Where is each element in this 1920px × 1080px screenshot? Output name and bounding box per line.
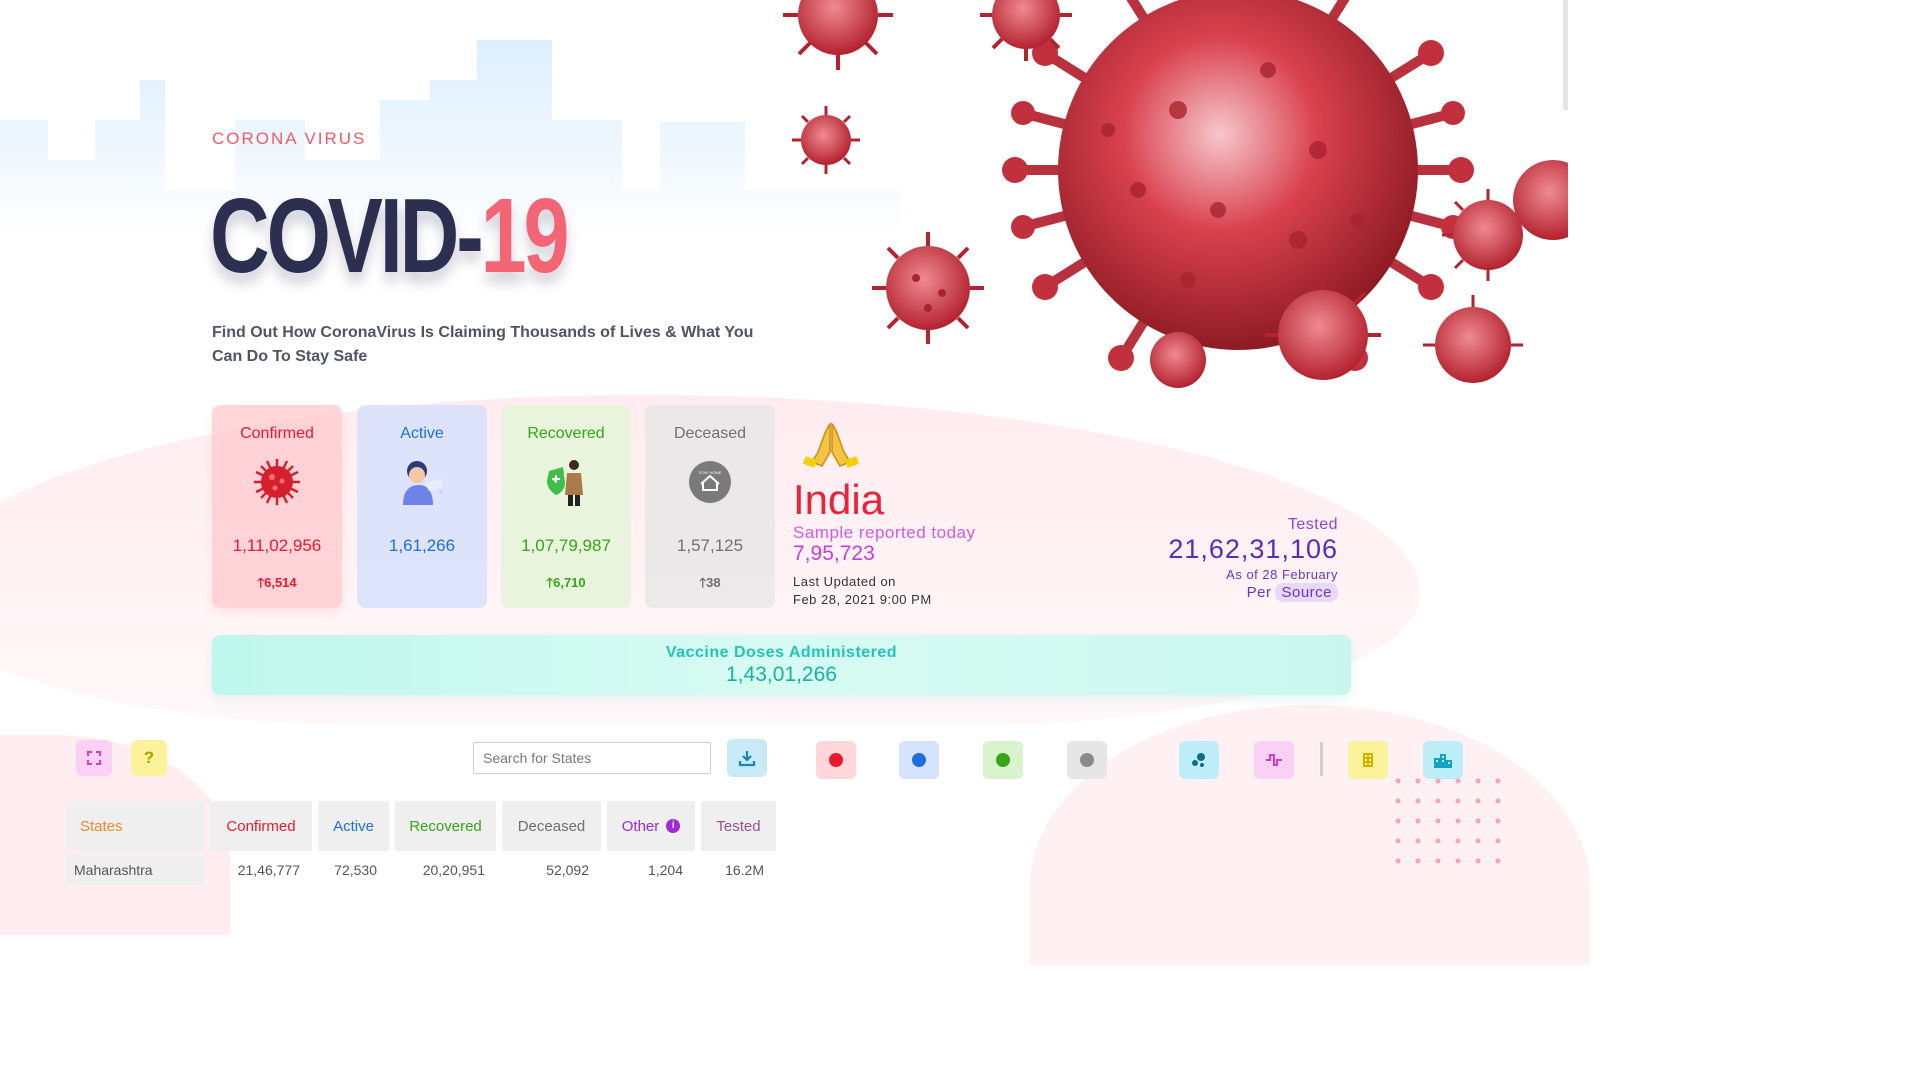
last-updated-label: Last Updated on: [793, 574, 896, 589]
help-icon: ?: [143, 748, 155, 767]
tested-as-of: As of 28 February: [1226, 567, 1338, 582]
fullscreen-icon: [87, 751, 101, 765]
table-cell-active: 72,530: [334, 862, 377, 878]
table-cell-confirmed: 21,46,777: [237, 862, 300, 878]
confirmed-value: 1,11,02,956: [232, 536, 322, 555]
deceased-card[interactable]: Deceased STAY HOME 1,57,125 🡑38: [645, 405, 775, 608]
recovered-filter-button[interactable]: [983, 741, 1023, 779]
red-dot-icon: [829, 753, 843, 767]
building-icon: [1363, 753, 1373, 767]
tested-per: Per Source: [1168, 583, 1338, 602]
city-view-button[interactable]: [1423, 741, 1463, 779]
tested-label: Tested: [1287, 516, 1338, 533]
column-header-confirmed[interactable]: Confirmed: [210, 801, 312, 851]
confirmed-card[interactable]: Confirmed 1,11,02,956 🡑6,514: [212, 405, 342, 608]
table-cell-tested: 16.2M: [725, 862, 764, 878]
column-header-active[interactable]: Active: [318, 801, 389, 851]
bubbles-icon: [1192, 753, 1205, 767]
column-header-tested[interactable]: Tested: [701, 801, 776, 851]
search-input[interactable]: [473, 742, 711, 774]
folded-hands-icon: [802, 422, 860, 468]
confirmed-label: Confirmed: [240, 425, 314, 442]
toolbar-divider: [1320, 742, 1323, 776]
table-cell-recovered: 20,20,951: [422, 862, 485, 878]
hero-subtitle: Find Out How CoronaVirus Is Claiming Tho…: [212, 324, 754, 365]
pulse-icon: [1266, 754, 1282, 766]
table-cell-other: 1,204: [647, 862, 683, 878]
hero-title-part2: 19: [480, 177, 570, 295]
tested-summary: Tested 21,62,31,106 As of 28 February Pe…: [1168, 516, 1338, 602]
vaccine-banner: Vaccine Doses Administered 1,43,01,266: [212, 635, 1351, 695]
active-value: 1,61,266: [388, 536, 456, 555]
sample-reported-value: 7,95,723: [793, 542, 875, 565]
recovered-person-icon: [547, 460, 583, 506]
confirmed-delta: 🡑6,514: [257, 575, 297, 590]
sick-person-icon: [403, 461, 443, 505]
recovered-delta: 🡑6,710: [546, 575, 586, 590]
confirmed-filter-button[interactable]: [816, 741, 856, 779]
column-header-other[interactable]: Other i: [607, 801, 695, 851]
last-updated-value: Feb 28, 2021 9:00 PM: [793, 592, 932, 607]
hero-title: COVID-19: [210, 176, 570, 297]
deceased-filter-button[interactable]: [1067, 741, 1107, 779]
active-filter-button[interactable]: [899, 741, 939, 779]
download-icon: [738, 751, 756, 767]
sample-reported-label: Sample reported today: [793, 523, 976, 542]
pink-blob-background: [1030, 705, 1590, 965]
deceased-value: 1,57,125: [676, 536, 744, 555]
stay-home-icon: STAY HOME: [689, 461, 731, 503]
country-name: India: [793, 476, 885, 523]
tested-value: 21,62,31,106: [1168, 534, 1338, 564]
vaccine-label: Vaccine Doses Administered: [665, 644, 898, 661]
column-header-recovered[interactable]: Recovered: [395, 801, 496, 851]
dot-grid-decoration: [1395, 778, 1501, 864]
stay-home-text: STAY HOME: [699, 470, 722, 475]
column-header-states[interactable]: States: [66, 801, 204, 851]
virus-icon: [254, 459, 300, 505]
active-card[interactable]: Active 1,61,266: [357, 405, 487, 608]
city-icon: [1434, 754, 1452, 768]
bubbles-view-button[interactable]: [1179, 741, 1219, 779]
active-label: Active: [400, 425, 444, 442]
source-link[interactable]: Source: [1275, 583, 1338, 602]
pulse-view-button[interactable]: [1254, 741, 1294, 779]
column-header-deceased[interactable]: Deceased: [502, 801, 601, 851]
deceased-label: Deceased: [673, 425, 747, 442]
green-dot-icon: [996, 753, 1010, 767]
download-button[interactable]: [727, 739, 767, 777]
recovered-card[interactable]: Recovered 1,07,79,987 🡑6,710: [501, 405, 631, 608]
vaccine-value: 1,43,01,266: [726, 663, 837, 686]
coronavirus-illustration: [783, 0, 1568, 388]
table-cell-state[interactable]: Maharashtra: [66, 855, 204, 885]
building-view-button[interactable]: [1348, 741, 1388, 779]
deceased-delta: 🡑38: [699, 575, 721, 590]
recovered-label: Recovered: [527, 425, 605, 442]
recovered-value: 1,07,79,987: [521, 536, 611, 555]
grey-dot-icon: [1080, 753, 1094, 767]
fullscreen-button[interactable]: [76, 740, 112, 776]
blue-dot-icon: [912, 753, 926, 767]
hero-title-part1: COVID-: [210, 177, 484, 295]
help-button[interactable]: ?: [131, 740, 167, 776]
scrollbar[interactable]: [1563, 0, 1568, 110]
hero-eyebrow: CORONA VIRUS: [212, 129, 367, 148]
info-icon[interactable]: i: [666, 819, 681, 833]
table-cell-deceased: 52,092: [546, 862, 589, 878]
